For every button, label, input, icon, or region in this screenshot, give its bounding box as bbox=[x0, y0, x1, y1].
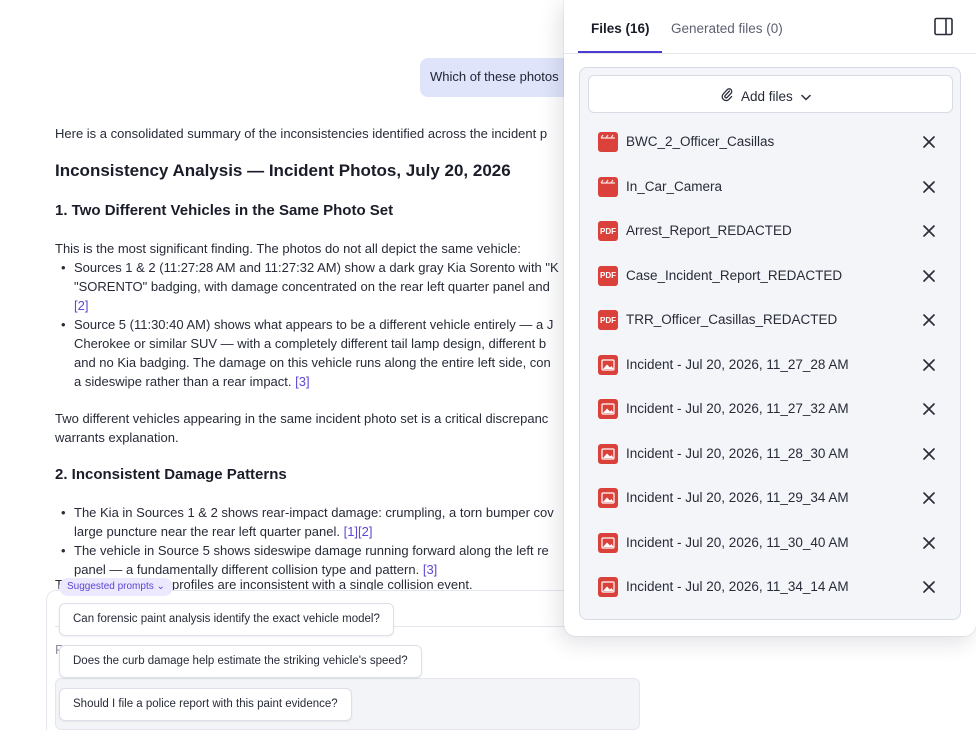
file-row[interactable]: Incident - Jul 20, 2026, 11_28_30 AM bbox=[580, 432, 960, 476]
pdf-icon: PDF bbox=[598, 265, 618, 286]
assistant-answer: Here is a consolidated summary of the in… bbox=[55, 124, 615, 597]
pdf-icon: PDF bbox=[598, 221, 618, 241]
suggested-prompt-2[interactable]: Does the curb damage help estimate the s… bbox=[59, 645, 422, 678]
tab-generated-files[interactable]: Generated files (0) bbox=[671, 21, 783, 36]
section-1-after-2: warrants explanation. bbox=[55, 430, 179, 445]
image-icon bbox=[598, 399, 618, 419]
remove-file-icon[interactable] bbox=[922, 180, 936, 194]
suggested-prompt-1[interactable]: Can forensic paint analysis identify the… bbox=[59, 603, 394, 636]
answer-heading: Inconsistency Analysis — Incident Photos… bbox=[55, 161, 511, 180]
section-1-list: Sources 1 & 2 (11:27:28 AM and 11:27:32 … bbox=[55, 258, 615, 391]
file-name: Incident - Jul 20, 2026, 11_34_14 AM bbox=[626, 579, 849, 594]
file-name: TRR_Officer_Casillas_REDACTED bbox=[626, 312, 838, 327]
video-icon bbox=[598, 176, 618, 197]
file-name: BWC_2_Officer_Casillas bbox=[626, 134, 775, 149]
image-icon bbox=[598, 488, 618, 508]
video-icon bbox=[598, 132, 618, 152]
remove-file-icon[interactable] bbox=[922, 580, 936, 594]
image-icon bbox=[598, 354, 618, 375]
file-name: Incident - Jul 20, 2026, 11_29_34 AM bbox=[626, 490, 849, 505]
chevron-down-icon: ⌄ bbox=[156, 581, 165, 592]
remove-file-icon[interactable] bbox=[922, 269, 936, 283]
citation-link[interactable]: [1][2] bbox=[344, 524, 373, 539]
remove-file-icon[interactable] bbox=[922, 135, 936, 149]
image-icon bbox=[598, 443, 618, 464]
file-row[interactable]: Incident - Jul 20, 2026, 11_30_40 AM bbox=[580, 521, 960, 565]
files-panel: Files (16) Generated files (0) Add files bbox=[564, 0, 976, 636]
section-1-title: 1. Two Different Vehicles in the Same Ph… bbox=[55, 202, 394, 219]
panel-tabs: Files (16) Generated files (0) bbox=[564, 0, 976, 54]
add-files-button[interactable]: Add files bbox=[588, 75, 953, 113]
section-1-lead: This is the most significant finding. Th… bbox=[55, 241, 521, 256]
list-item: The Kia in Sources 1 & 2 shows rear-impa… bbox=[55, 503, 615, 541]
remove-file-icon[interactable] bbox=[922, 358, 936, 372]
section-2-title: 2. Inconsistent Damage Patterns bbox=[55, 466, 287, 483]
file-row[interactable]: Incident - Jul 20, 2026, 11_27_32 AM bbox=[580, 387, 960, 431]
section-2-list: The Kia in Sources 1 & 2 shows rear-impa… bbox=[55, 503, 615, 579]
suggested-prompts-label: Suggested prompts bbox=[67, 581, 154, 592]
suggested-prompts-toggle[interactable]: Suggested prompts ⌄ bbox=[59, 578, 173, 596]
remove-file-icon[interactable] bbox=[922, 536, 936, 550]
citation-link[interactable]: [3] bbox=[295, 374, 309, 389]
file-name: Arrest_Report_REDACTED bbox=[626, 223, 792, 238]
list-item: Sources 1 & 2 (11:27:28 AM and 11:27:32 … bbox=[55, 258, 615, 315]
answer-intro: Here is a consolidated summary of the in… bbox=[55, 126, 548, 141]
list-item: Source 5 (11:30:40 AM) shows what appear… bbox=[55, 315, 615, 391]
remove-file-icon[interactable] bbox=[922, 402, 936, 416]
file-name: Incident - Jul 20, 2026, 11_30_40 AM bbox=[626, 534, 849, 550]
file-row[interactable]: PDF TRR_Officer_Casillas_REDACTED bbox=[580, 298, 960, 342]
list-item: The vehicle in Source 5 shows sideswipe … bbox=[55, 541, 615, 579]
image-icon bbox=[598, 532, 618, 553]
file-row[interactable]: In_Car_Camera bbox=[580, 165, 960, 209]
citation-link[interactable]: [3] bbox=[423, 562, 437, 577]
file-name: Incident - Jul 20, 2026, 11_27_28 AM bbox=[626, 356, 849, 372]
section-1-after-1: Two different vehicles appearing in the … bbox=[55, 411, 549, 426]
file-name: In_Car_Camera bbox=[626, 178, 723, 194]
add-files-label: Add files bbox=[741, 88, 793, 104]
file-row[interactable]: Incident - Jul 20, 2026, 11_34_14 AM bbox=[580, 565, 960, 609]
file-row[interactable]: PDF Arrest_Report_REDACTED bbox=[580, 209, 960, 253]
remove-file-icon[interactable] bbox=[922, 447, 936, 461]
suggested-prompt-3[interactable]: Should I file a police report with this … bbox=[59, 688, 352, 721]
file-row[interactable]: Incident - Jul 20, 2026, 11_27_28 AM bbox=[580, 343, 960, 387]
file-list: Add files BWC_2_Officer_Casillas In_Car_… bbox=[579, 67, 961, 620]
file-name: Incident - Jul 20, 2026, 11_28_30 AM bbox=[626, 445, 849, 461]
image-icon bbox=[598, 577, 618, 597]
file-row[interactable]: Incident - Jul 20, 2026, 11_29_34 AM bbox=[580, 476, 960, 520]
remove-file-icon[interactable] bbox=[922, 313, 936, 327]
active-tab-indicator bbox=[578, 51, 662, 53]
file-row[interactable]: BWC_2_Officer_Casillas bbox=[580, 120, 960, 164]
file-name: Incident - Jul 20, 2026, 11_27_32 AM bbox=[626, 401, 849, 416]
paperclip-icon bbox=[721, 87, 733, 105]
tab-files[interactable]: Files (16) bbox=[591, 21, 650, 36]
citation-link[interactable]: [2] bbox=[74, 298, 88, 313]
file-name: Case_Incident_Report_REDACTED bbox=[626, 267, 843, 283]
remove-file-icon[interactable] bbox=[922, 491, 936, 505]
chevron-down-icon bbox=[801, 89, 811, 104]
remove-file-icon[interactable] bbox=[922, 224, 936, 238]
toggle-panel-icon[interactable] bbox=[934, 17, 953, 36]
pdf-icon: PDF bbox=[598, 310, 618, 330]
file-row[interactable]: PDF Case_Incident_Report_REDACTED bbox=[580, 254, 960, 298]
